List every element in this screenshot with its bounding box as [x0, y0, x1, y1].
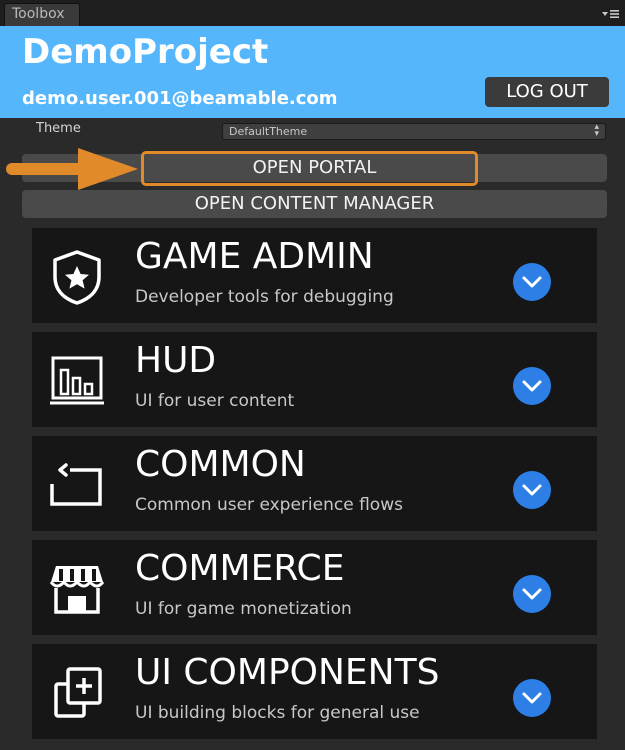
expand-button[interactable]	[513, 575, 551, 613]
theme-label: Theme	[36, 121, 81, 136]
expand-button[interactable]	[513, 679, 551, 717]
portal-highlight-box	[141, 151, 478, 186]
section-subtitle: UI building blocks for general use	[135, 703, 420, 723]
project-name: DemoProject	[22, 32, 269, 72]
chevron-down-icon	[522, 276, 542, 288]
section-title: HUD	[135, 340, 217, 381]
expand-button[interactable]	[513, 263, 551, 301]
section-subtitle: Developer tools for debugging	[135, 287, 394, 307]
user-email: demo.user.001@beamable.com	[22, 88, 338, 109]
section-title: UI COMPONENTS	[135, 652, 440, 693]
section-subtitle: UI for game monetization	[135, 599, 352, 619]
shield-star-icon	[53, 250, 101, 305]
section-title: COMMON	[135, 444, 306, 485]
section-title: GAME ADMIN	[135, 236, 374, 277]
logout-button[interactable]: LOG OUT	[485, 77, 609, 107]
chevron-down-icon	[522, 484, 542, 496]
chevron-down-icon	[522, 588, 542, 600]
window-menu-icon[interactable]	[601, 7, 621, 21]
select-arrows-icon: ▴ ▾	[594, 122, 599, 139]
bar-chart-icon	[50, 356, 104, 405]
chevron-down-icon	[522, 692, 542, 704]
section-commerce[interactable]: COMMERCE UI for game monetization	[32, 540, 597, 635]
expand-button[interactable]	[513, 471, 551, 509]
window-tab-bar: Toolbox	[0, 0, 625, 26]
section-title: COMMERCE	[135, 548, 345, 589]
chevron-down-icon	[522, 380, 542, 392]
section-game-admin[interactable]: GAME ADMIN Developer tools for debugging	[32, 228, 597, 323]
toolbox-tab[interactable]: Toolbox	[4, 3, 80, 26]
account-header: DemoProject demo.user.001@beamable.com L…	[0, 26, 625, 118]
return-arrow-icon	[50, 463, 102, 506]
section-subtitle: UI for user content	[135, 391, 295, 411]
add-layers-icon	[54, 667, 102, 718]
theme-selected-value: DefaultTheme	[229, 125, 308, 138]
storefront-icon	[49, 566, 105, 614]
section-common[interactable]: COMMON Common user experience flows	[32, 436, 597, 531]
section-hud[interactable]: HUD UI for user content	[32, 332, 597, 427]
theme-select[interactable]: DefaultTheme ▴ ▾	[222, 123, 606, 140]
section-ui-components[interactable]: UI COMPONENTS UI building blocks for gen…	[32, 644, 597, 739]
expand-button[interactable]	[513, 367, 551, 405]
open-content-manager-button[interactable]: OPEN CONTENT MANAGER	[22, 190, 607, 218]
pointer-arrow-icon	[6, 148, 138, 190]
section-subtitle: Common user experience flows	[135, 495, 403, 515]
